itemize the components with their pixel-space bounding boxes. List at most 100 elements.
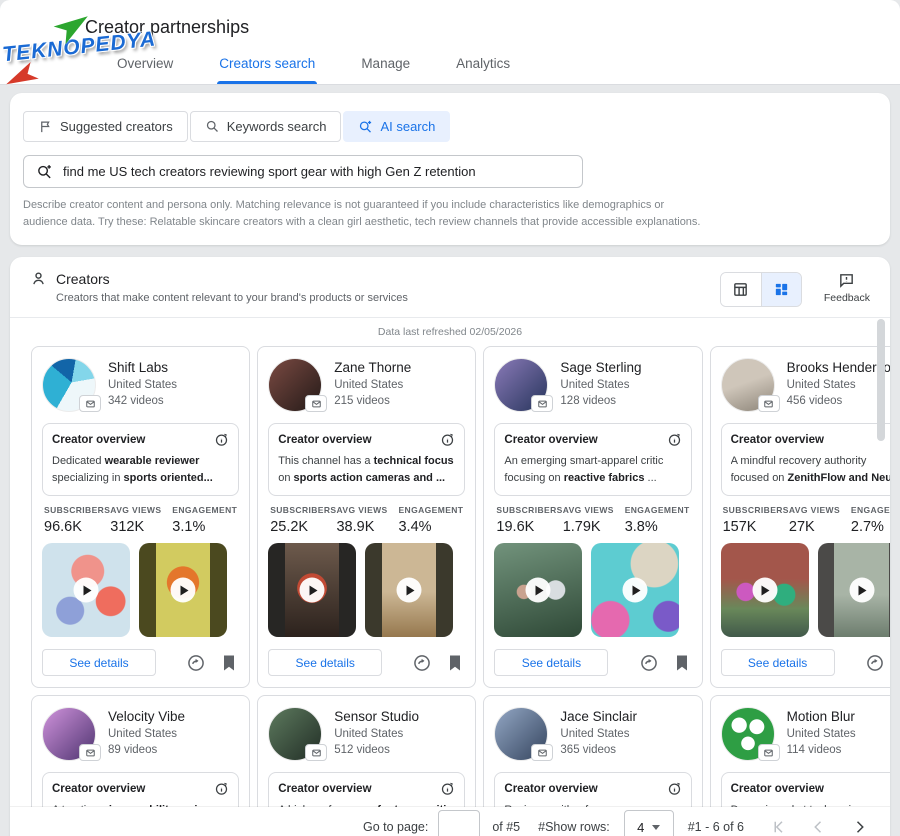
mail-badge: [757, 744, 780, 762]
stat-label: SUBSCRIBERS: [496, 505, 563, 516]
share-button[interactable]: [412, 653, 432, 673]
rows-per-page-select[interactable]: 4: [623, 810, 674, 836]
main-tabs: Overview Creators search Manage Analytic…: [115, 46, 512, 84]
video-thumbnail[interactable]: [720, 543, 809, 638]
stat: AVG VIEWS 312K: [110, 505, 172, 535]
ai-search-button[interactable]: AI search: [343, 111, 451, 142]
video-thumbnail[interactable]: [139, 543, 227, 638]
tab-manage[interactable]: Manage: [359, 46, 412, 84]
feedback-button[interactable]: Feedback: [824, 272, 870, 304]
search-helper-text: Describe creator content and persona onl…: [23, 199, 701, 229]
video-thumbnail[interactable]: [494, 543, 583, 638]
data-refreshed-text: Data last refreshed 02/05/2026: [377, 326, 523, 339]
bookmark-button[interactable]: [219, 653, 239, 673]
stat: AVG VIEWS 27K: [789, 505, 851, 535]
share-icon: [414, 654, 431, 671]
video-thumbnail[interactable]: [591, 543, 680, 638]
stat-label: AVG VIEWS: [562, 505, 614, 516]
share-button[interactable]: [186, 653, 206, 673]
stat-value: 2.7%: [850, 519, 884, 536]
stat-label: AVG VIEWS: [336, 505, 388, 516]
see-details-button[interactable]: See details: [268, 649, 383, 677]
keywords-search-button[interactable]: Keywords search: [189, 111, 342, 142]
mail-badge: [79, 395, 101, 413]
grid-view-button[interactable]: [760, 273, 801, 307]
top-header: ➤ TEKNOPEDYA ➤ Creator partnerships Over…: [0, 0, 900, 99]
search-input[interactable]: [63, 164, 570, 179]
creator-videos: 342 videos: [108, 395, 164, 408]
table-view-button[interactable]: [720, 273, 761, 307]
page-number-input[interactable]: [438, 810, 481, 836]
person-icon: [33, 272, 44, 285]
creator-cards-grid: Shift Labs United States 342 videos Crea…: [10, 344, 890, 836]
stats-row: SUBSCRIBERS 25.2K AVG VIEWS 38.9K ENGAGEMENT…: [270, 505, 463, 535]
play-icon[interactable]: [525, 577, 551, 603]
mail-icon: [311, 749, 321, 757]
creator-name: Sage Sterling: [560, 360, 642, 376]
creator-videos: 89 videos: [108, 744, 158, 757]
mail-icon: [538, 749, 547, 757]
see-details-button[interactable]: See details: [42, 649, 156, 677]
creator-videos: 365 videos: [560, 744, 617, 757]
page-count-label: of #5: [492, 820, 521, 835]
ai-search-input-icon: [38, 165, 51, 179]
mail-badge: [757, 395, 780, 413]
tab-creators-search[interactable]: Creators search: [217, 46, 318, 84]
bookmark-button[interactable]: [672, 653, 692, 673]
play-icon[interactable]: [752, 577, 778, 603]
tab-analytics[interactable]: Analytics: [454, 46, 512, 84]
play-icon[interactable]: [73, 577, 99, 603]
info-icon[interactable]: [214, 432, 229, 447]
stat-label: AVG VIEWS: [788, 505, 841, 516]
suggested-creators-button[interactable]: Suggested creators: [23, 111, 188, 142]
mail-badge: [305, 744, 328, 762]
thumbs-row: [494, 543, 691, 638]
vertical-scrollbar[interactable]: [877, 319, 885, 442]
feedback-icon: [840, 274, 854, 288]
mail-badge: [531, 744, 554, 762]
play-icon[interactable]: [170, 577, 196, 603]
creators-header: Creators Creators that make content rele…: [10, 257, 890, 319]
video-thumbnail[interactable]: [268, 543, 357, 638]
next-page-icon[interactable]: [850, 818, 868, 836]
creator-name: Zane Thorne: [334, 360, 412, 376]
overview-title: Creator overview: [52, 433, 146, 446]
results-range-label: #1 - 6 of 6: [687, 820, 744, 835]
bookmark-button[interactable]: [445, 653, 465, 673]
bookmark-icon: [676, 655, 687, 671]
play-icon[interactable]: [849, 577, 875, 603]
play-icon[interactable]: [622, 577, 648, 603]
video-thumbnail[interactable]: [817, 543, 890, 638]
creator-overview-box: Creator overview Dedicated wearable revi…: [42, 423, 240, 497]
stat-label: ENGAGEMENT: [850, 505, 890, 516]
creator-overview-box: Creator overview This channel has a tech…: [268, 423, 466, 497]
stat-value: 312K: [110, 519, 145, 536]
video-thumbnail[interactable]: [365, 543, 454, 638]
see-details-button[interactable]: See details: [720, 649, 835, 677]
info-icon[interactable]: [440, 432, 455, 447]
video-thumbnail[interactable]: [42, 543, 130, 638]
creator-videos: 215 videos: [334, 395, 390, 408]
share-button[interactable]: [639, 653, 659, 673]
mail-icon: [764, 400, 773, 408]
tab-overview[interactable]: Overview: [115, 46, 175, 84]
share-button[interactable]: [865, 653, 885, 673]
info-icon[interactable]: [667, 781, 682, 796]
info-icon[interactable]: [214, 781, 229, 796]
info-icon[interactable]: [667, 432, 682, 447]
play-icon[interactable]: [396, 577, 422, 603]
previous-page-icon[interactable]: [810, 818, 828, 836]
creator-overview-box: Creator overview A mindful recovery auth…: [720, 423, 890, 497]
first-page-icon[interactable]: [770, 818, 788, 836]
creator-card: Brooks Henderson United States 456 video…: [709, 346, 890, 689]
stat: ENGAGEMENT 3.1%: [172, 505, 237, 535]
stats-row: SUBSCRIBERS 96.6K AVG VIEWS 312K ENGAGEMENT 3…: [44, 505, 237, 535]
play-icon[interactable]: [299, 577, 325, 603]
creator-overview-box: Creator overview An emerging smart-appar…: [494, 423, 692, 497]
info-icon[interactable]: [440, 781, 455, 796]
overview-title: Creator overview: [730, 782, 824, 795]
creator-country: United States: [108, 379, 178, 392]
creator-card: Shift Labs United States 342 videos Crea…: [31, 346, 251, 689]
see-details-button[interactable]: See details: [494, 649, 609, 677]
stat-label: AVG VIEWS: [110, 505, 162, 516]
